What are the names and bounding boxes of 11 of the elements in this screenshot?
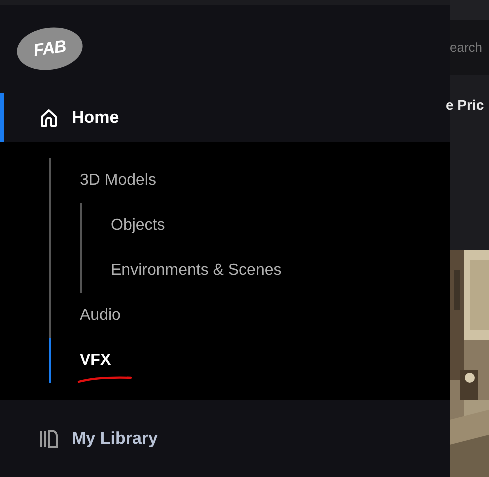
nav-item[interactable]: VFX xyxy=(80,352,112,370)
nav-item[interactable]: Objects xyxy=(111,216,166,234)
home-icon xyxy=(38,106,60,128)
search-field[interactable]: earch xyxy=(450,40,489,55)
nav-item[interactable]: My Library xyxy=(0,400,450,477)
nav-label: Home xyxy=(72,108,120,128)
nav-item[interactable]: 3D Models xyxy=(80,172,156,190)
nav-item[interactable]: Environments & Scenes xyxy=(111,262,282,280)
nav-item[interactable]: Audio xyxy=(80,306,121,324)
nav-label: My Library xyxy=(72,428,158,448)
library-icon xyxy=(38,428,60,450)
